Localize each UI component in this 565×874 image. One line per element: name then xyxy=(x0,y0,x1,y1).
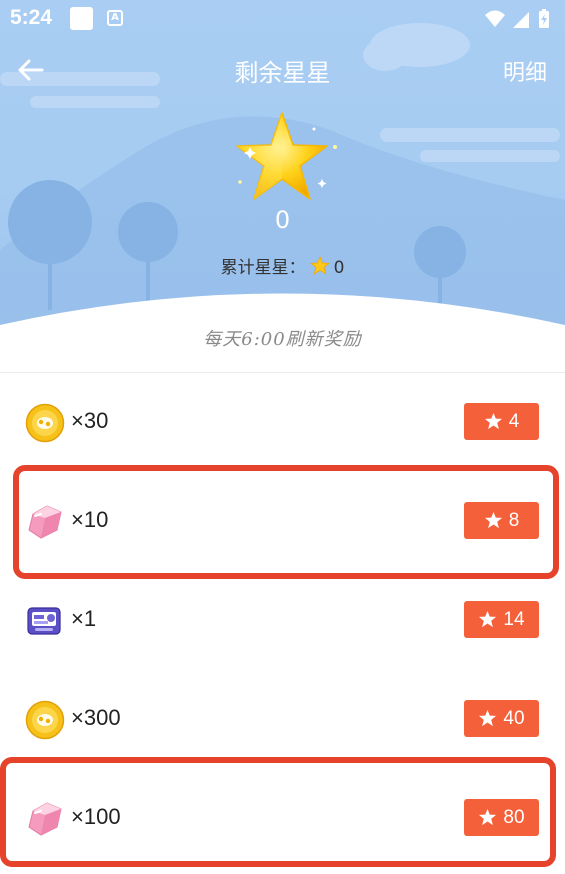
total-stars-value: 0 xyxy=(333,258,345,278)
small-star-icon xyxy=(309,256,330,275)
reward-row[interactable]: ×30 4 xyxy=(0,373,565,472)
price-value: 14 xyxy=(503,608,525,630)
battery-icon xyxy=(539,9,549,28)
reward-quantity: ×1 xyxy=(71,606,97,631)
reward-row[interactable]: ×10 8 xyxy=(0,472,565,571)
price-value: 80 xyxy=(503,806,525,828)
pink-gem-icon xyxy=(28,802,62,836)
star-icon xyxy=(479,610,497,628)
a-badge-icon: A xyxy=(107,10,123,26)
redeem-button[interactable]: 80 xyxy=(464,799,539,836)
gold-coin-icon xyxy=(25,403,65,443)
gold-coin-icon xyxy=(25,700,65,740)
redeem-button[interactable]: 8 xyxy=(464,502,539,539)
redeem-button[interactable]: 4 xyxy=(464,403,539,440)
pink-gem-icon xyxy=(28,505,62,539)
redeem-button[interactable]: 40 xyxy=(464,700,539,737)
status-time: 5:24 xyxy=(10,6,53,29)
reward-quantity: ×30 xyxy=(71,408,109,433)
signal-icon xyxy=(513,12,529,28)
star-icon xyxy=(484,511,502,529)
reward-quantity: ×10 xyxy=(71,507,109,532)
star-icon xyxy=(479,709,497,727)
total-stars: 累计星星： 0 xyxy=(0,253,565,278)
remaining-stars-count: 0 xyxy=(274,206,291,234)
status-icons xyxy=(483,8,555,34)
top-bar: 剩余星星 明细 xyxy=(0,45,565,95)
detail-button[interactable]: 明细 xyxy=(503,55,547,87)
status-bar: 5:24 A xyxy=(0,0,565,38)
header-banner: 5:24 A 剩余星星 明细 0 累计星星： 0 xyxy=(0,0,565,330)
redeem-button[interactable]: 14 xyxy=(464,601,539,638)
price-value: 40 xyxy=(503,707,525,729)
reward-row[interactable]: ×1 14 xyxy=(0,571,565,670)
reward-quantity: ×100 xyxy=(71,804,121,829)
price-value: 4 xyxy=(508,410,520,432)
reward-row[interactable]: ×100 80 xyxy=(0,769,565,868)
notification-icon xyxy=(70,7,93,30)
star-icon xyxy=(479,808,497,826)
reward-row[interactable]: ×300 40 xyxy=(0,670,565,769)
wifi-icon xyxy=(485,10,505,27)
total-stars-label: 累计星星： xyxy=(220,258,306,278)
star-icon xyxy=(484,412,502,430)
star-icon xyxy=(236,112,337,200)
voucher-card-icon xyxy=(27,607,61,635)
page-title: 剩余星星 xyxy=(234,59,331,87)
refresh-note: 每天6:00刷新奖励 xyxy=(203,329,362,350)
reward-quantity: ×300 xyxy=(71,705,121,730)
price-value: 8 xyxy=(508,509,520,531)
